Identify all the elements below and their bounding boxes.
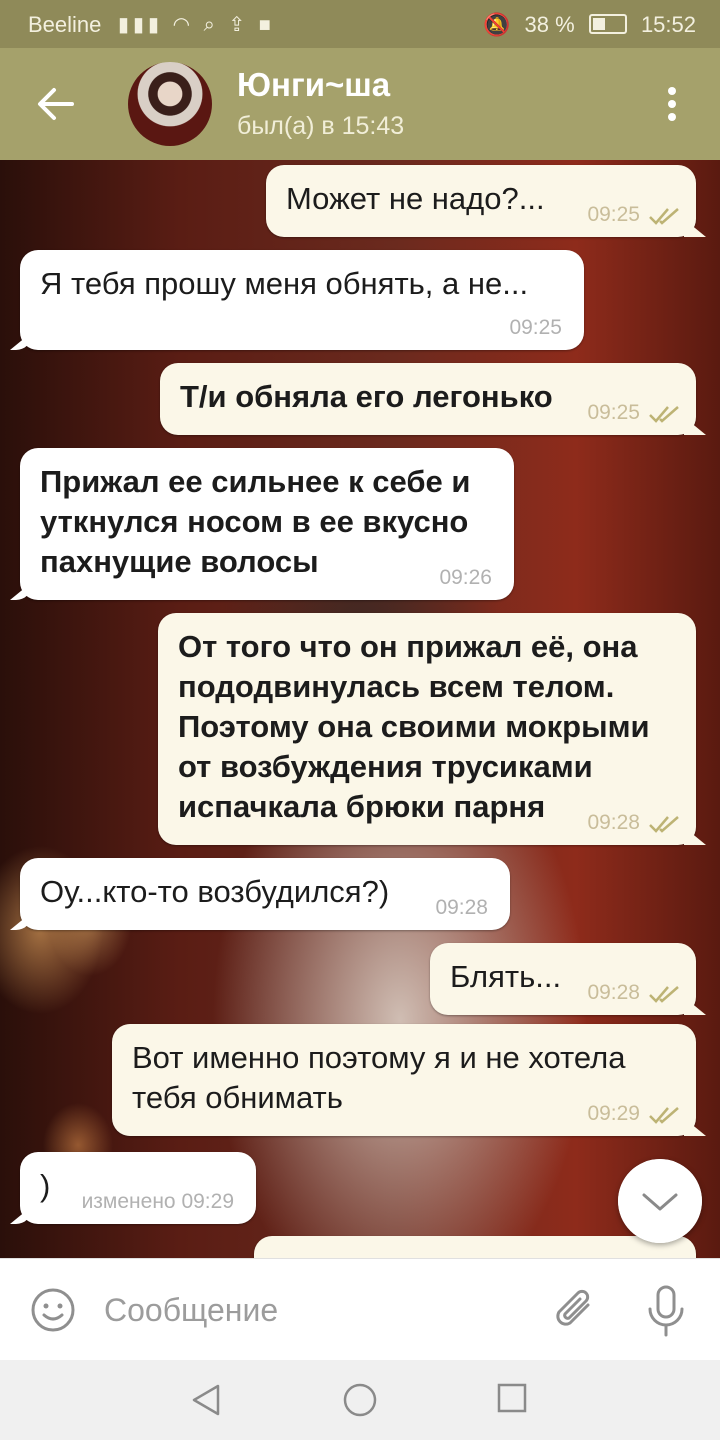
message-composer [0, 1258, 720, 1361]
message-bubble[interactable]: От того что он прижал её, она пододвинул… [158, 613, 696, 845]
emoji-icon[interactable] [30, 1287, 76, 1333]
battery-percent: 38 % [524, 12, 575, 37]
clock: 15:52 [640, 12, 696, 37]
message-bubble[interactable]: Прижал ее сильнее к себе и уткнулся носо… [20, 448, 514, 600]
message-bubble[interactable]: ) изменено 09:29 [20, 1152, 256, 1224]
message-bubble[interactable]: Может не надо?... 09:25 [266, 165, 696, 237]
message-text: Оу...кто-то возбудился?) [40, 874, 390, 909]
status-right: 🔕 38 % 15:52 [475, 12, 696, 38]
nav-back-icon[interactable] [188, 1382, 224, 1418]
contact-avatar[interactable] [128, 62, 212, 146]
message-time: 09:28 [587, 981, 640, 1004]
message-input[interactable] [104, 1287, 524, 1333]
message-bubble[interactable]: Т/и обняла его легонько 09:25 [160, 363, 696, 435]
contact-name[interactable]: Юнги~ша [237, 66, 390, 104]
battery-icon [588, 14, 627, 34]
contact-last-seen: был(а) в 15:43 [237, 112, 405, 140]
message-bubble[interactable]: Я тебя прошу меня обнять, а не... 09:25 [20, 250, 584, 350]
message-bubble[interactable]: Блять... 09:28 [430, 943, 696, 1015]
message-text: ) [40, 1168, 51, 1203]
message-text: Я тебя прошу меня обнять, а не... [40, 266, 529, 301]
signal-wifi-icons: ▮▮▮ ◠ ⌕ ⇪ ■ [118, 14, 275, 36]
paperclip-icon[interactable] [552, 1285, 600, 1335]
message-time: 09:25 [587, 203, 640, 226]
read-check-icon [649, 986, 679, 1003]
message-bubble[interactable]: Вот именно поэтому я и не хотела тебя об… [112, 1024, 696, 1136]
message-time: 09:28 [435, 896, 488, 919]
message-text: От того что он прижал её, она пододвинул… [178, 629, 650, 824]
back-arrow-icon[interactable] [34, 82, 78, 126]
read-check-icon [649, 1107, 679, 1124]
message-time: 09:26 [439, 566, 492, 589]
message-time: 09:28 [587, 811, 640, 834]
microphone-icon[interactable] [646, 1285, 686, 1337]
message-text: Вот именно поэтому я и не хотела тебя об… [132, 1040, 626, 1115]
chat-header: Юнги~ша был(а) в 15:43 [0, 48, 720, 160]
message-time: изменено 09:29 [81, 1190, 234, 1213]
message-bubble[interactable]: Оу...кто-то возбудился?) 09:28 [20, 858, 510, 930]
message-time: 09:25 [509, 316, 562, 339]
message-text: Прижал ее сильнее к себе и уткнулся носо… [40, 464, 471, 579]
carrier-label: Beeline [28, 12, 102, 37]
mute-icon: 🔕 [483, 12, 511, 37]
message-time: 09:25 [587, 401, 640, 424]
read-check-icon [649, 816, 679, 833]
message-text: Т/и обняла его легонько [180, 379, 553, 414]
more-menu-icon[interactable] [660, 84, 684, 124]
message-list[interactable]: Может не надо?... 09:25 Я тебя прошу мен… [0, 160, 720, 1258]
system-nav-bar [0, 1360, 720, 1440]
message-time: 09:29 [587, 1102, 640, 1125]
message-text: Блять... [450, 959, 562, 994]
read-check-icon [649, 406, 679, 423]
nav-home-icon[interactable] [342, 1382, 378, 1418]
read-check-icon [649, 208, 679, 225]
status-bar: Beeline ▮▮▮ ◠ ⌕ ⇪ ■ 🔕 38 % 15:52 [0, 0, 720, 48]
scroll-down-button[interactable] [618, 1159, 702, 1243]
nav-recents-icon[interactable] [496, 1382, 528, 1414]
message-text: Может не надо?... [286, 181, 545, 216]
message-bubble-partial[interactable] [254, 1236, 696, 1258]
